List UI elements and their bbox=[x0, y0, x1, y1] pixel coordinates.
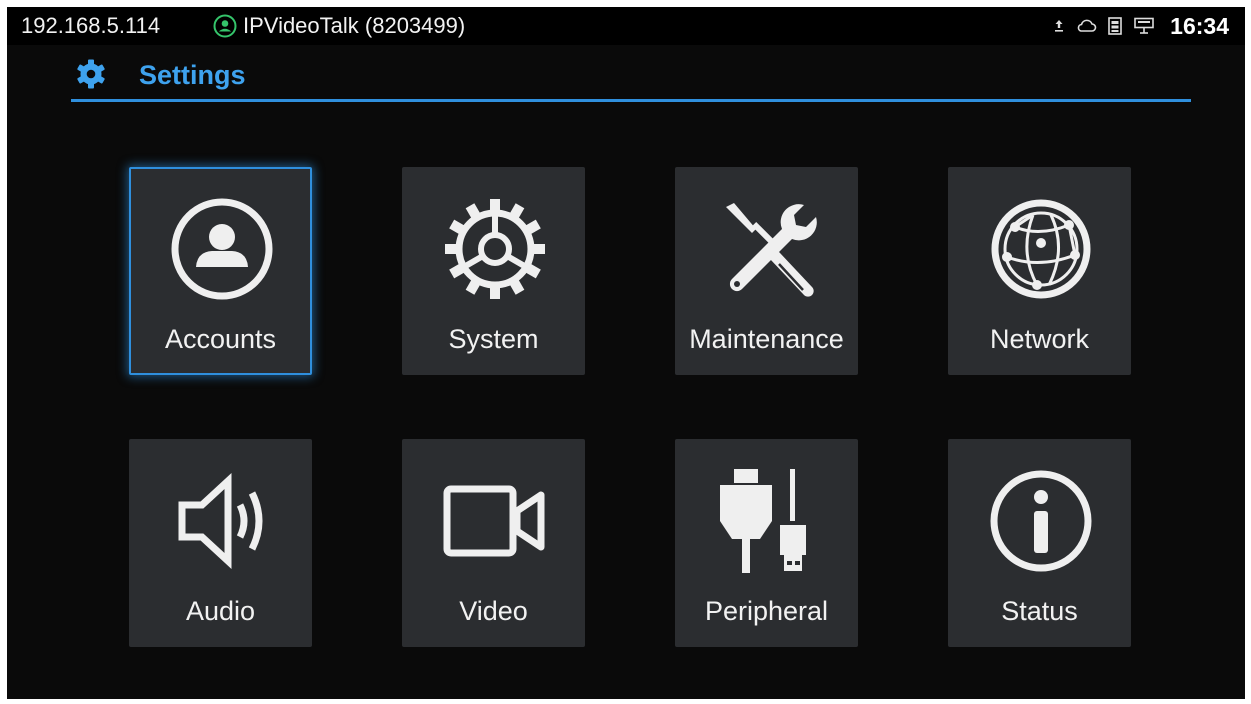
globe-icon bbox=[991, 199, 1091, 299]
status-bar: 192.168.5.114 IPVideoTalk (8203499) 16:3… bbox=[7, 7, 1245, 45]
ethernet-icon bbox=[1134, 17, 1154, 34]
video-camera-icon bbox=[443, 485, 545, 557]
tile-label: Network bbox=[989, 324, 1090, 354]
tile-label: Peripheral bbox=[704, 596, 829, 626]
tile-label: Audio bbox=[185, 596, 256, 626]
tile-accounts[interactable]: Accounts bbox=[129, 167, 312, 375]
tile-audio[interactable]: Audio bbox=[129, 439, 312, 647]
clock: 16:34 bbox=[1170, 13, 1229, 39]
settings-screen: 192.168.5.114 IPVideoTalk (8203499) 16:3… bbox=[7, 7, 1245, 699]
gear-icon bbox=[445, 199, 545, 299]
tile-label: Video bbox=[459, 596, 528, 626]
upload-icon bbox=[1055, 20, 1063, 32]
tools-icon bbox=[726, 203, 817, 297]
account-status-icon bbox=[213, 14, 237, 38]
header-divider bbox=[71, 99, 1191, 102]
account-label: IPVideoTalk (8203499) bbox=[243, 13, 466, 38]
tile-network[interactable]: Network bbox=[948, 167, 1131, 375]
tile-status[interactable]: Status bbox=[948, 439, 1131, 647]
speaker-icon bbox=[178, 473, 263, 569]
tile-label: Status bbox=[1001, 596, 1078, 626]
cloud-icon bbox=[1077, 19, 1097, 32]
tile-system[interactable]: System bbox=[402, 167, 585, 375]
status-icons bbox=[1053, 16, 1155, 36]
tile-label: Accounts bbox=[164, 324, 277, 354]
sim-icon bbox=[1108, 17, 1122, 35]
settings-gear-icon bbox=[77, 59, 105, 89]
settings-header: Settings bbox=[71, 53, 1191, 103]
account-icon bbox=[171, 198, 273, 300]
tile-label: System bbox=[448, 324, 539, 354]
ip-address: 192.168.5.114 bbox=[21, 13, 161, 38]
tile-label: Maintenance bbox=[689, 324, 844, 354]
info-icon bbox=[990, 470, 1092, 572]
tile-maintenance[interactable]: Maintenance bbox=[675, 167, 858, 375]
tile-peripheral[interactable]: Peripheral bbox=[675, 439, 858, 647]
tile-video[interactable]: Video bbox=[402, 439, 585, 647]
page-title: Settings bbox=[139, 60, 246, 90]
usb-icon bbox=[720, 469, 806, 573]
